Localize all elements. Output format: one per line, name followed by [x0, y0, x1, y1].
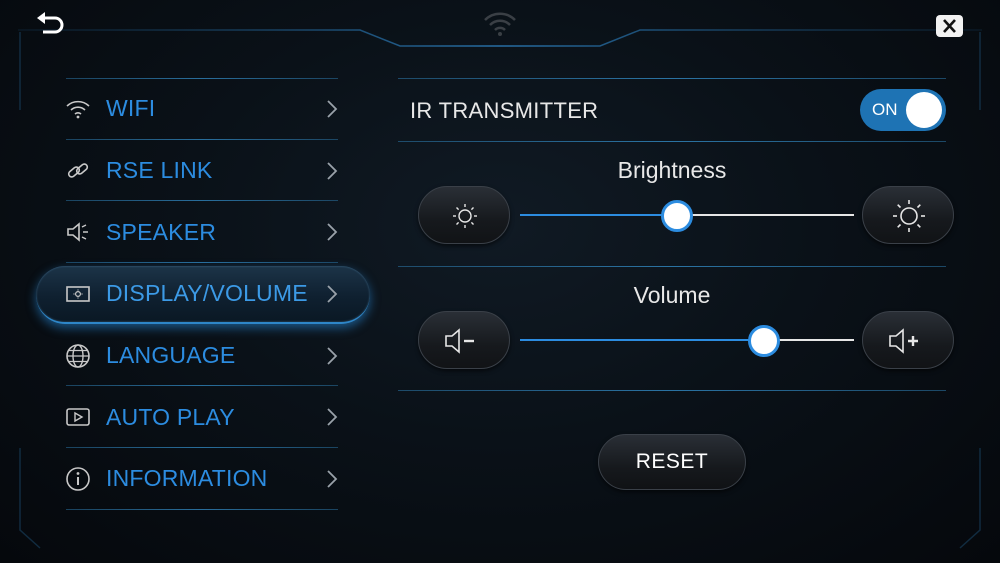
sun-large-icon: [893, 200, 925, 232]
menu-item-label: RSE LINK: [106, 157, 213, 184]
menu-item-label: WIFI: [106, 95, 156, 122]
play-icon: [66, 408, 90, 427]
menu-item-language[interactable]: LANGUAGE: [36, 325, 370, 387]
back-button[interactable]: [34, 10, 66, 40]
chevron-right-icon: [327, 470, 338, 488]
chevron-right-icon: [327, 408, 338, 426]
brightness-down-button[interactable]: [418, 186, 510, 244]
volume-up-button[interactable]: [862, 311, 954, 369]
chevron-right-icon: [327, 161, 338, 180]
divider: [398, 141, 946, 142]
close-button[interactable]: [936, 15, 963, 37]
back-arrow-icon: [37, 12, 64, 34]
sun-small-icon: [453, 204, 477, 228]
menu-item-label: LANGUAGE: [106, 342, 236, 369]
menu-item-label: SPEAKER: [106, 218, 217, 245]
toggle-state-text: ON: [872, 100, 898, 119]
slider-fill: [520, 339, 764, 341]
ir-transmitter-label: IR TRANSMITTER: [410, 98, 599, 123]
slider-knob[interactable]: [747, 325, 780, 357]
menu-item-display-volume[interactable]: DISPLAY/VOLUME: [36, 263, 370, 325]
menu-item-auto-play[interactable]: AUTO PLAY: [36, 386, 370, 449]
volume-down-button[interactable]: [418, 311, 510, 369]
reset-button[interactable]: RESET: [598, 434, 746, 490]
volume-title: Volume: [633, 282, 711, 308]
wifi-icon: [484, 12, 516, 36]
slider-fill: [520, 214, 677, 216]
menu-item-label: DISPLAY/VOLUME: [106, 280, 308, 307]
chevron-right-icon: [327, 285, 338, 303]
toggle-knob: [906, 92, 942, 128]
divider: [398, 266, 946, 267]
settings-menu: WIFI RSE LINK SPEAKER DISPLAY/VOLUME LAN…: [36, 78, 370, 510]
brightness-title: Brightness: [617, 157, 727, 183]
divider: [66, 508, 338, 510]
menu-item-label: INFORMATION: [106, 465, 268, 492]
volume-down-icon: [445, 328, 474, 354]
brightness-up-button[interactable]: [862, 186, 954, 244]
info-icon: [66, 467, 90, 491]
wifi-icon: [66, 100, 90, 119]
settings-screen: WIFI RSE LINK SPEAKER DISPLAY/VOLUME LAN…: [0, 0, 1000, 563]
slider-knob[interactable]: [660, 200, 693, 232]
volume-up-icon: [889, 328, 918, 354]
volume-slider[interactable]: [520, 325, 854, 357]
display-icon: [66, 286, 90, 302]
globe-icon: [66, 343, 90, 368]
divider: [398, 390, 946, 391]
chevron-right-icon: [327, 223, 338, 241]
menu-item-information[interactable]: INFORMATION: [36, 448, 370, 510]
chevron-right-icon: [327, 100, 338, 118]
chevron-right-icon: [327, 346, 338, 365]
menu-item-wifi[interactable]: WIFI: [36, 78, 370, 140]
speaker-icon: [67, 222, 88, 242]
menu-item-speaker[interactable]: SPEAKER: [36, 201, 370, 264]
menu-item-rse-link[interactable]: RSE LINK: [36, 140, 370, 202]
divider: [398, 78, 946, 79]
menu-item-label: AUTO PLAY: [106, 403, 235, 430]
link-icon: [67, 162, 89, 178]
ir-transmitter-toggle[interactable]: ON: [860, 89, 946, 131]
close-icon: [943, 19, 956, 33]
brightness-slider[interactable]: [520, 200, 854, 232]
